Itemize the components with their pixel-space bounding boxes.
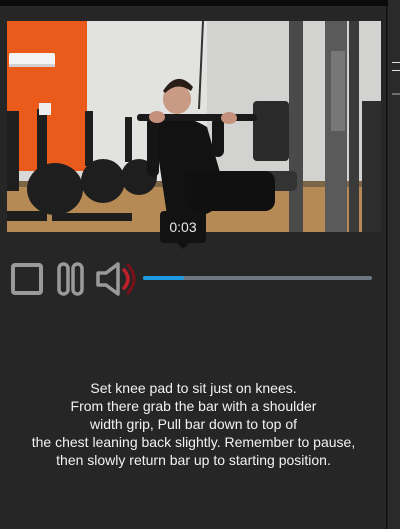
video-frame: [7, 21, 381, 232]
exercise-description: Set knee pad to sit just on knees. From …: [31, 380, 356, 468]
pause-icon: [57, 262, 84, 296]
exercise-video-dialog: 0:03 Set knee pad to sit just on knees. …: [0, 6, 387, 529]
page: 0:03 Set knee pad to sit just on knees. …: [0, 0, 400, 529]
volume-icon: [96, 262, 136, 296]
video-controls: [0, 256, 387, 302]
stop-icon: [11, 263, 43, 295]
stop-button[interactable]: [8, 256, 48, 302]
volume-button[interactable]: [92, 256, 140, 302]
video-player[interactable]: [7, 21, 381, 232]
pause-button[interactable]: [53, 256, 87, 302]
seek-bar[interactable]: [143, 276, 372, 280]
seek-bar-played: [143, 276, 185, 280]
current-time-tooltip: 0:03: [160, 211, 206, 249]
background-page-edge: [388, 0, 400, 529]
